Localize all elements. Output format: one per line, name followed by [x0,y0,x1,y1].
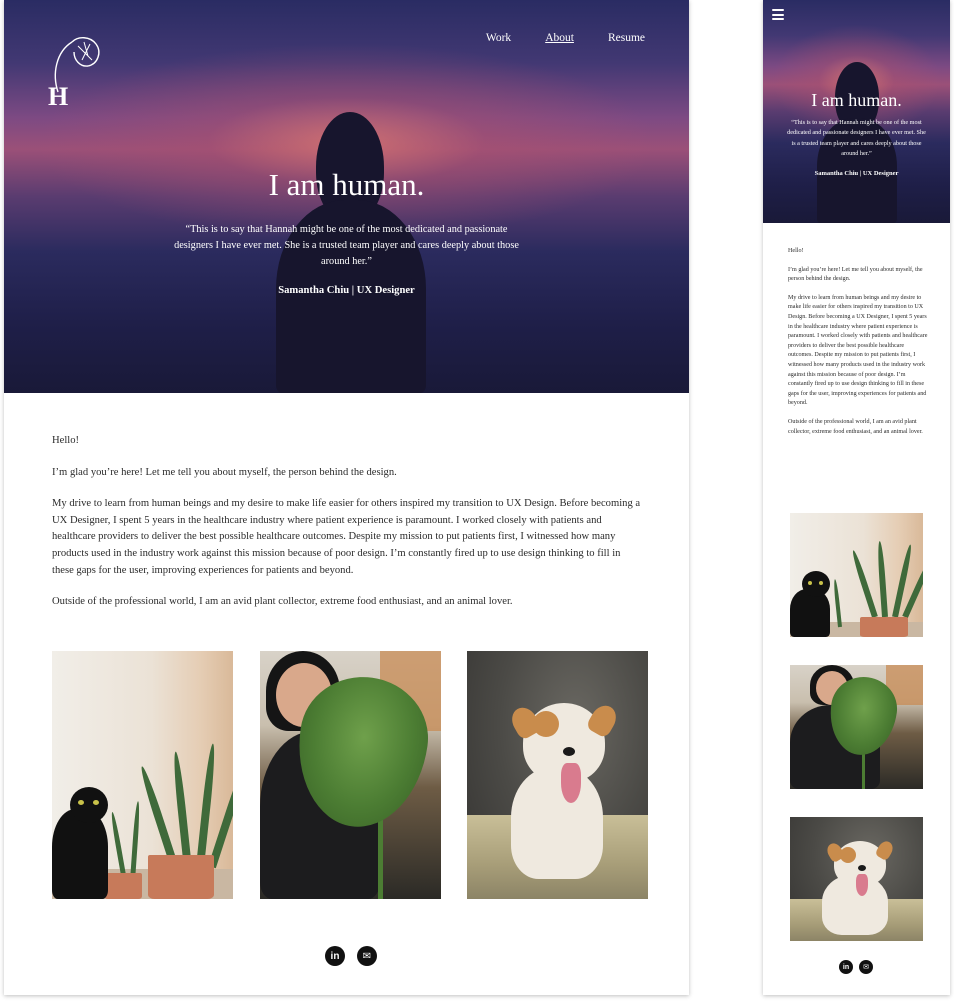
greeting: Hello! [52,435,80,446]
main-nav: Work About Resume [486,32,645,44]
hero-banner: H Work About Resume I am human. “This is… [4,0,689,393]
about-text: Hello! I’m glad you’re here! Let me tell… [788,247,928,446]
email-icon[interactable]: ✉ [357,946,377,966]
hero-quote: “This is to say that Hannah might be one… [174,224,519,267]
desktop-page: H Work About Resume I am human. “This is… [4,0,689,995]
outside-paragraph: Outside of the professional world, I am … [52,596,513,608]
mobile-page: I am human. “This is to say that Hannah … [763,0,950,995]
photo-monstera-leaf [790,665,923,789]
site-logo[interactable]: H [48,34,106,110]
hero-cite: Samantha Chiu | UX Designer [814,170,899,177]
story-paragraph: My drive to learn from human beings and … [52,498,641,576]
social-links: in ✉ [325,946,377,966]
hero-cite: Samantha Chiu | UX Designer [278,285,415,296]
linkedin-icon[interactable]: in [839,960,853,974]
linkedin-icon[interactable]: in [325,946,345,966]
outside-paragraph: Outside of the professional world, I am … [788,418,923,435]
email-icon[interactable]: ✉ [859,960,873,974]
social-links: in ✉ [839,960,873,974]
logo-letter: H [48,82,69,111]
hero-banner-mobile: I am human. “This is to say that Hannah … [763,0,950,223]
photo-dog [790,817,923,941]
story-paragraph: My drive to learn from human beings and … [788,294,928,407]
nav-about[interactable]: About [545,32,574,44]
intro-paragraph: I’m glad you’re here! Let me tell you ab… [52,466,397,478]
nav-work[interactable]: Work [486,32,511,44]
hero-title: I am human. [811,90,902,110]
about-text: Hello! I’m glad you’re here! Let me tell… [52,433,642,626]
photo-cat-plant [52,651,233,899]
photo-cat-plant [790,513,923,637]
nav-resume[interactable]: Resume [608,32,645,44]
menu-icon[interactable] [772,9,784,21]
intro-paragraph: I’m glad you’re here! Let me tell you ab… [788,266,923,283]
photo-dog [467,651,648,899]
hero-quote: “This is to say that Hannah might be one… [787,119,926,157]
photo-monstera-leaf [260,651,441,899]
greeting: Hello! [788,248,804,254]
hero-title: I am human. [268,167,425,202]
